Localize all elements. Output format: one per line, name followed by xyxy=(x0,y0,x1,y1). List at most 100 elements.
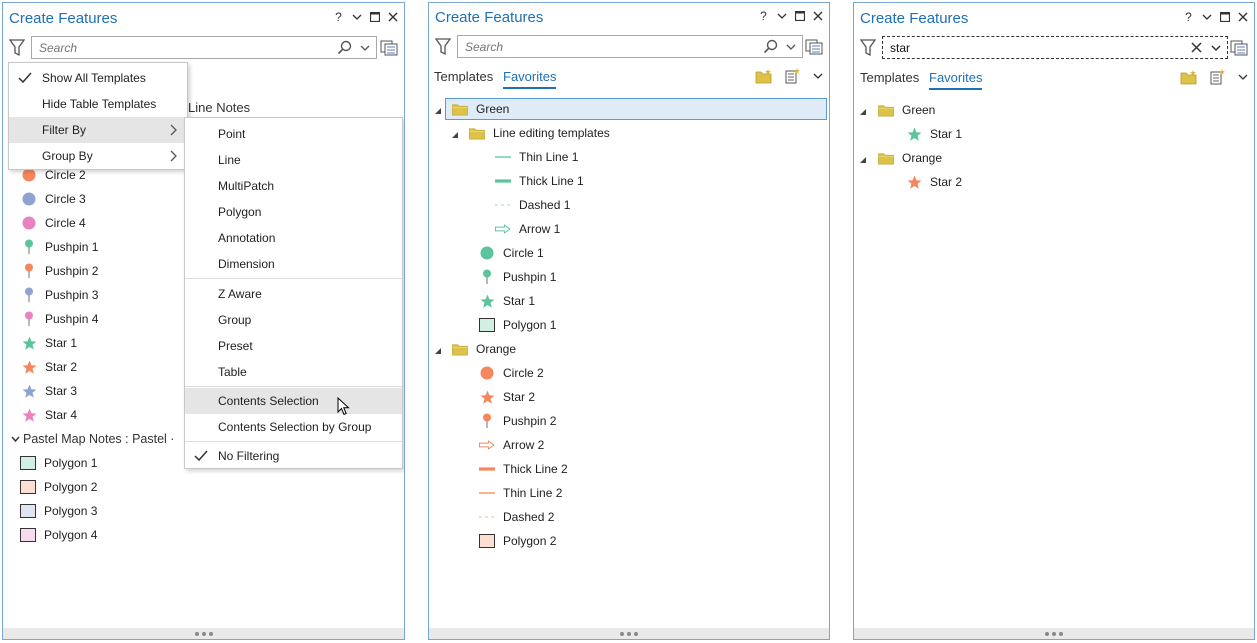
options-icon[interactable] xyxy=(380,40,398,56)
template-item-pushpin-2[interactable]: Pushpin 2 xyxy=(21,260,98,282)
search-input[interactable] xyxy=(890,40,1170,56)
filter-item-dimension[interactable]: Dimension xyxy=(185,251,402,277)
template-item-thin-line-1[interactable]: Thin Line 1 xyxy=(495,146,578,168)
search-icon[interactable] xyxy=(337,40,352,55)
filter-item-annotation[interactable]: Annotation xyxy=(185,225,402,251)
template-item-star-1[interactable]: Star 1 xyxy=(479,290,535,312)
template-item-circle-3[interactable]: Circle 3 xyxy=(21,188,86,210)
new-folder-icon[interactable] xyxy=(755,68,773,84)
pane-menu-button[interactable] xyxy=(774,8,789,24)
close-button[interactable] xyxy=(385,9,400,25)
help-button[interactable]: ? xyxy=(331,9,346,25)
template-item-star-4[interactable]: Star 4 xyxy=(21,404,77,426)
search-icon[interactable] xyxy=(763,39,778,54)
filter-item-polygon[interactable]: Polygon xyxy=(185,199,402,225)
folder-green[interactable]: Green xyxy=(445,98,827,120)
tab-favorites[interactable]: Favorites xyxy=(503,69,557,89)
filter-item-no-filtering[interactable]: No Filtering xyxy=(185,443,402,469)
resize-grip[interactable] xyxy=(854,628,1254,639)
template-item-thick-line-1[interactable]: Thick Line 1 xyxy=(495,170,584,192)
folder-orange[interactable]: Orange xyxy=(452,338,516,360)
menu-item-show-all-templates[interactable]: Show All Templates xyxy=(9,65,187,91)
manage-favorites-icon[interactable] xyxy=(785,68,801,84)
template-item-star-3[interactable]: Star 3 xyxy=(21,380,77,402)
help-button[interactable]: ? xyxy=(756,8,771,24)
chevron-down-icon[interactable] xyxy=(1238,73,1248,81)
filter-item-line[interactable]: Line xyxy=(185,147,402,173)
filter-item-multipatch[interactable]: MultiPatch xyxy=(185,173,402,199)
group-header-pastel-map-notes[interactable]: Pastel Map Notes : Pastel · xyxy=(11,432,174,446)
manage-favorites-icon[interactable] xyxy=(1210,69,1226,85)
filter-item-table[interactable]: Table xyxy=(185,359,402,385)
tree-expander-icon[interactable] xyxy=(434,344,444,354)
maximize-button[interactable] xyxy=(1217,9,1232,25)
filter-item-contents-selection[interactable]: Contents Selection xyxy=(185,388,402,414)
maximize-button[interactable] xyxy=(367,9,382,25)
template-item-star-1[interactable]: Star 1 xyxy=(906,123,962,145)
template-item-polygon-2[interactable]: Polygon 2 xyxy=(479,530,556,552)
template-item-pushpin-2[interactable]: Pushpin 2 xyxy=(479,410,556,432)
close-icon[interactable] xyxy=(1190,41,1203,54)
pane-menu-button[interactable] xyxy=(349,9,364,25)
tree-expander-icon[interactable] xyxy=(859,153,869,163)
filter-icon[interactable] xyxy=(435,38,451,56)
tab-templates[interactable]: Templates xyxy=(860,70,919,88)
search-box[interactable] xyxy=(882,36,1228,59)
template-item-thick-line-2[interactable]: Thick Line 2 xyxy=(479,458,568,480)
template-item-thin-line-2[interactable]: Thin Line 2 xyxy=(479,482,562,504)
template-item-circle-2[interactable]: Circle 2 xyxy=(479,362,544,384)
resize-grip[interactable] xyxy=(429,628,829,639)
template-item-star-2[interactable]: Star 2 xyxy=(21,356,77,378)
close-button[interactable] xyxy=(1235,9,1250,25)
new-folder-icon[interactable] xyxy=(1180,69,1198,85)
template-item-arrow-1[interactable]: Arrow 1 xyxy=(495,218,560,240)
tree-expander-icon[interactable] xyxy=(434,104,444,114)
tab-favorites[interactable]: Favorites xyxy=(929,70,983,90)
help-button[interactable]: ? xyxy=(1181,9,1196,25)
options-icon[interactable] xyxy=(1230,40,1248,56)
template-item-arrow-2[interactable]: Arrow 2 xyxy=(479,434,544,456)
tree-expander-icon[interactable] xyxy=(859,105,869,115)
maximize-button[interactable] xyxy=(792,8,807,24)
template-item-polygon-2[interactable]: Polygon 2 xyxy=(20,476,97,498)
menu-item-group-by[interactable]: Group By xyxy=(9,143,187,169)
filter-item-preset[interactable]: Preset xyxy=(185,333,402,359)
template-item-dashed-1[interactable]: Dashed 1 xyxy=(495,194,570,216)
search-box[interactable] xyxy=(457,35,803,58)
template-item-pushpin-1[interactable]: Pushpin 1 xyxy=(21,236,98,258)
options-icon[interactable] xyxy=(805,39,823,55)
template-item-circle-4[interactable]: Circle 4 xyxy=(21,212,86,234)
filter-item-point[interactable]: Point xyxy=(185,121,402,147)
filter-item-z-aware[interactable]: Z Aware xyxy=(185,281,402,307)
resize-grip[interactable] xyxy=(3,628,404,639)
template-item-pushpin-4[interactable]: Pushpin 4 xyxy=(21,308,98,330)
menu-item-hide-table-templates[interactable]: Hide Table Templates xyxy=(9,91,187,117)
pane-menu-button[interactable] xyxy=(1199,9,1214,25)
chevron-down-icon[interactable] xyxy=(813,72,823,80)
template-item-star-2[interactable]: Star 2 xyxy=(906,171,962,193)
folder-green[interactable]: Green xyxy=(878,99,935,121)
search-input[interactable] xyxy=(465,39,745,55)
template-item-star-1[interactable]: Star 1 xyxy=(21,332,77,354)
template-item-polygon-3[interactable]: Polygon 3 xyxy=(20,500,97,522)
filter-item-group[interactable]: Group xyxy=(185,307,402,333)
filter-icon[interactable] xyxy=(9,39,25,57)
template-item-polygon-1[interactable]: Polygon 1 xyxy=(479,314,556,336)
chevron-down-icon[interactable] xyxy=(359,41,371,55)
chevron-down-icon[interactable] xyxy=(1210,41,1222,55)
tab-templates[interactable]: Templates xyxy=(434,69,493,87)
template-item-polygon-1[interactable]: Polygon 1 xyxy=(20,452,97,474)
template-item-star-2[interactable]: Star 2 xyxy=(479,386,535,408)
template-item-dashed-2[interactable]: Dashed 2 xyxy=(479,506,554,528)
search-input[interactable] xyxy=(39,40,319,56)
template-item-pushpin-3[interactable]: Pushpin 3 xyxy=(21,284,98,306)
filter-item-contents-selection-by-group[interactable]: Contents Selection by Group xyxy=(185,414,402,440)
template-item-pushpin-1[interactable]: Pushpin 1 xyxy=(479,266,556,288)
menu-item-filter-by[interactable]: Filter By xyxy=(9,117,187,143)
chevron-down-icon[interactable] xyxy=(785,40,797,54)
template-item-polygon-4[interactable]: Polygon 4 xyxy=(20,524,97,546)
template-item-circle-1[interactable]: Circle 1 xyxy=(479,242,544,264)
filter-icon[interactable] xyxy=(860,39,876,57)
folder-line-editing-templates[interactable]: Line editing templates xyxy=(469,122,610,144)
tree-expander-icon[interactable] xyxy=(451,128,461,138)
